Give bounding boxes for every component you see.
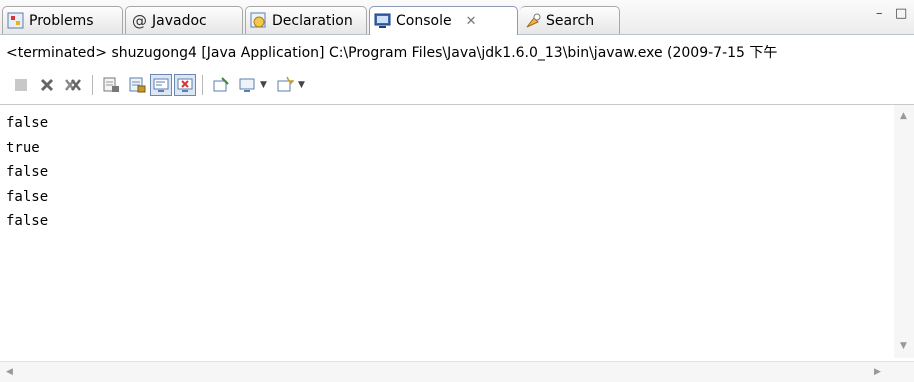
tab-search[interactable]: Search — [520, 6, 620, 34]
console-line: false — [6, 213, 49, 229]
show-console-on-output-button[interactable] — [150, 74, 172, 96]
chevron-down-icon[interactable]: ▼ — [260, 80, 267, 90]
tab-problems[interactable]: Problems — [2, 6, 123, 34]
close-icon[interactable]: ✕ — [466, 14, 477, 29]
vertical-scrollbar[interactable]: ▲ ▼ — [894, 105, 914, 358]
tab-declaration[interactable]: Declaration — [245, 6, 367, 34]
console-icon — [374, 12, 392, 30]
console-toolbar: ▼ ▼ — [0, 70, 914, 100]
console-text: false true false false false — [6, 111, 48, 234]
view-tab-bar: Problems @ Javadoc Declaration Console ✕… — [0, 0, 914, 35]
maximize-icon[interactable]: □ — [895, 6, 907, 21]
tab-label: Javadoc — [152, 12, 207, 29]
open-console-button[interactable] — [274, 74, 296, 96]
remove-launch-button[interactable] — [36, 74, 58, 96]
console-line: false — [6, 188, 49, 205]
tab-javadoc[interactable]: @ Javadoc — [125, 6, 243, 34]
search-icon — [524, 12, 542, 30]
horizontal-scrollbar[interactable]: ◀ ▶ — [0, 361, 914, 382]
problems-icon — [7, 12, 25, 30]
scroll-lock-button[interactable] — [126, 74, 148, 96]
remove-all-terminated-button[interactable] — [62, 74, 84, 96]
at-icon: @ — [130, 12, 148, 30]
chevron-down-icon[interactable]: ▼ — [298, 80, 305, 90]
clear-console-button[interactable] — [100, 74, 122, 96]
toolbar-separator — [202, 75, 203, 95]
show-console-on-error-button[interactable] — [174, 74, 196, 96]
tab-label: Search — [546, 12, 595, 29]
tab-label: Problems — [29, 12, 94, 29]
terminate-button[interactable] — [10, 74, 32, 96]
tab-label: Console — [396, 13, 452, 29]
console-output[interactable]: false true false false false ▲ ▼ ◀ ▶ — [0, 104, 914, 382]
minimize-icon[interactable]: – — [876, 6, 883, 21]
scroll-up-icon[interactable]: ▲ — [900, 111, 907, 121]
scroll-right-icon[interactable]: ▶ — [874, 367, 881, 377]
console-line: false — [6, 115, 49, 131]
scroll-down-icon[interactable]: ▼ — [900, 341, 907, 351]
pin-console-button[interactable] — [210, 74, 232, 96]
scroll-left-icon[interactable]: ◀ — [6, 367, 13, 377]
console-line: true — [6, 139, 40, 156]
tab-label: Declaration — [272, 12, 353, 29]
console-line: false — [6, 164, 49, 180]
tab-console[interactable]: Console ✕ — [369, 6, 518, 35]
declaration-icon — [250, 12, 268, 30]
display-selected-console-button[interactable] — [236, 74, 258, 96]
toolbar-separator — [92, 75, 93, 95]
console-status-line: <terminated> shuzugong4 [Java Applicatio… — [6, 45, 778, 61]
svg-text:@: @ — [132, 12, 147, 30]
